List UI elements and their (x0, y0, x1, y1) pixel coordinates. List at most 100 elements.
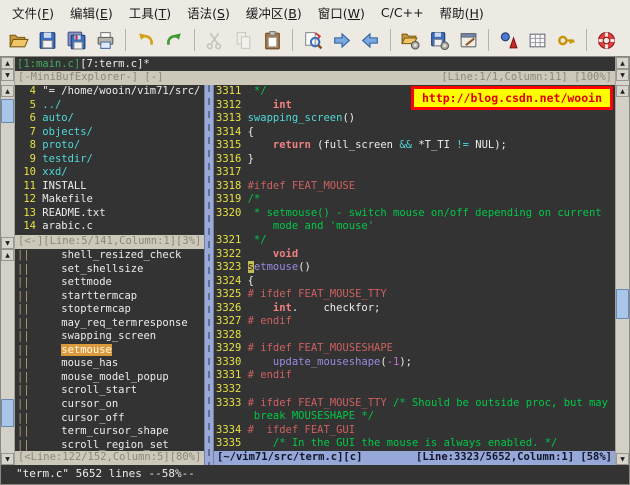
taglist-item[interactable]: || set_shellsize (17, 263, 204, 277)
toolbar-find-prev-button[interactable] (357, 27, 384, 53)
toolbar-print-button[interactable] (92, 27, 119, 53)
code-line[interactable]: 3329 # ifdef FEAT_MOUSESHAPE (216, 342, 615, 356)
code-line[interactable]: 3334 # ifdef FEAT_GUI (216, 424, 615, 438)
explorer-line[interactable]: 10 xxd/ (17, 166, 204, 180)
toolbar-session-save-button[interactable] (426, 27, 453, 53)
explorer-line[interactable]: 5 ../ (17, 99, 204, 113)
taglist-item[interactable]: || settmode (17, 276, 204, 290)
toolbar-help-button[interactable] (593, 27, 620, 53)
scrollbar-up-arrow[interactable]: ▲ (616, 85, 629, 97)
scrollbar-down-arrow[interactable]: ▼ (616, 69, 629, 81)
taglist-item[interactable]: || mouse_has (17, 357, 204, 371)
scrollbar-thumb[interactable] (616, 289, 629, 319)
explorer-line[interactable]: 12 Makefile (17, 193, 204, 207)
code-line[interactable]: 3326 int. checkfor; (216, 302, 615, 316)
taglist-scrollbar[interactable]: ▲ ▼ (1, 249, 14, 465)
menu-item-file[interactable]: 文件(F) (4, 0, 62, 25)
scrollbar-up-arrow[interactable]: ▲ (1, 85, 14, 97)
code-line[interactable]: 3315 return (full_screen && *T_TI != NUL… (216, 139, 615, 153)
taglist-window[interactable]: || shell_resized_check|| set_shellsize||… (15, 249, 204, 451)
taglist-item[interactable]: || stoptermcap (17, 303, 204, 317)
minibuf-scrollbar[interactable]: ▲ ▼ (616, 57, 629, 85)
taglist-item[interactable]: || swapping_screen (17, 330, 204, 344)
main-scrollbar[interactable]: ▲ ▼ (616, 85, 629, 465)
code-line[interactable]: 3328 (216, 329, 615, 343)
menu-item-syntax[interactable]: 语法(S) (179, 0, 238, 25)
code-line[interactable]: 3320 * setmouse() - switch mouse on/off … (216, 207, 615, 221)
toolbar-make-button[interactable] (495, 27, 522, 53)
code-line[interactable]: 3313 swapping_screen() (216, 112, 615, 126)
code-line[interactable]: 3318 #ifdef FEAT_MOUSE (216, 180, 615, 194)
code-line[interactable]: 3322 void (216, 248, 615, 262)
taglist-item[interactable]: || scroll_region_set (17, 439, 204, 451)
menu-item-buffers[interactable]: 缓冲区(B) (238, 0, 310, 25)
taglist-item[interactable]: || scroll_start (17, 384, 204, 398)
explorer-line[interactable]: 6 auto/ (17, 112, 204, 126)
code-buffer[interactable]: 3311 */3312 int3313 swapping_screen()331… (214, 85, 615, 451)
scrollbar-track[interactable] (1, 261, 14, 453)
toolbar-save-all-button[interactable] (63, 27, 90, 53)
code-window[interactable]: http://blog.csdn.net/wooin 3311 */3312 i… (214, 85, 615, 465)
code-line[interactable]: 3319 /* (216, 193, 615, 207)
toolbar-build-tags-button[interactable] (524, 27, 551, 53)
scrollbar-thumb[interactable] (1, 99, 14, 123)
toolbar-cut-button[interactable] (201, 27, 228, 53)
scrollbar-thumb[interactable] (1, 399, 14, 427)
menu-item-tools[interactable]: 工具(T) (121, 0, 179, 25)
toolbar-copy-button[interactable] (230, 27, 257, 53)
code-line[interactable]: 3317 (216, 166, 615, 180)
toolbar-session-new-button[interactable] (455, 27, 482, 53)
code-line[interactable]: 3335 /* In the GUI the mouse is always e… (216, 437, 615, 451)
code-line[interactable]: 3333 # ifdef FEAT_MOUSE_TTY /* Should be… (216, 397, 615, 411)
taglist-item[interactable]: || shell_resized_check (17, 249, 204, 263)
minibuf-explorer-line[interactable]: [1:main.c][7:term.c]* (15, 57, 615, 71)
toolbar-undo-button[interactable] (132, 27, 159, 53)
scrollbar-up-arrow[interactable]: ▲ (1, 249, 14, 261)
toolbar-redo-button[interactable] (161, 27, 188, 53)
code-line[interactable]: 3330 update_mouseshape(-1); (216, 356, 615, 370)
toolbar-save-button[interactable] (34, 27, 61, 53)
code-line[interactable]: 3327 # endif (216, 315, 615, 329)
taglist-item[interactable]: || term_cursor_shape (17, 425, 204, 439)
scrollbar-down-arrow[interactable]: ▼ (1, 453, 14, 465)
scrollbar-track[interactable] (616, 97, 629, 453)
code-line[interactable]: 3316 } (216, 153, 615, 167)
scrollbar-track[interactable] (1, 97, 14, 237)
toolbar-session-load-button[interactable] (397, 27, 424, 53)
menu-item-window[interactable]: 窗口(W) (310, 0, 373, 25)
code-line[interactable]: 3321 */ (216, 234, 615, 248)
code-line[interactable]: 3325 # ifdef FEAT_MOUSE_TTY (216, 288, 615, 302)
menu-item-cpp[interactable]: C/C++ (373, 2, 432, 23)
explorer-line[interactable]: 7 objects/ (17, 126, 204, 140)
explorer-line[interactable]: 13 README.txt (17, 207, 204, 221)
code-line[interactable]: 3324 { (216, 275, 615, 289)
explorer-line[interactable]: 8 proto/ (17, 139, 204, 153)
taglist-item[interactable]: || setmouse (17, 344, 204, 358)
code-line[interactable]: 3323 setmouse() (216, 261, 615, 275)
scrollbar-up-arrow[interactable]: ▲ (616, 57, 629, 69)
code-line[interactable]: 3331 # endif (216, 369, 615, 383)
vertical-split-divider[interactable] (204, 85, 214, 465)
code-line[interactable]: break MOUSESHAPE */ (216, 410, 615, 424)
scrollbar-down-arrow[interactable]: ▼ (1, 237, 14, 249)
explorer-line[interactable]: 14 arabic.c (17, 220, 204, 234)
code-line[interactable]: mode and 'mouse' (216, 220, 615, 234)
menu-item-help[interactable]: 帮助(H) (432, 0, 492, 25)
taglist-item[interactable]: || may_req_termresponse (17, 317, 204, 331)
scrollbar-up-arrow[interactable]: ▲ (1, 57, 14, 69)
explorer-line[interactable]: 9 testdir/ (17, 153, 204, 167)
toolbar-jump-to-tag-button[interactable] (553, 27, 580, 53)
toolbar-find-replace-button[interactable] (299, 27, 326, 53)
explorer-scrollbar[interactable]: ▲ ▼ (1, 85, 14, 249)
scrollbar-down-arrow[interactable]: ▼ (616, 453, 629, 465)
menu-item-edit[interactable]: 编辑(E) (62, 0, 121, 25)
taglist-item[interactable]: || cursor_on (17, 398, 204, 412)
scrollbar-down-arrow[interactable]: ▼ (1, 69, 14, 81)
toolbar-open-folder-button[interactable] (5, 27, 32, 53)
file-explorer-window[interactable]: 4 "= /home/wooin/vim71/src/ 5 ../ 6 auto… (15, 85, 204, 235)
taglist-item[interactable]: || starttermcap (17, 290, 204, 304)
explorer-line[interactable]: 11 INSTALL (17, 180, 204, 194)
explorer-line[interactable]: 4 "= /home/wooin/vim71/src/ (17, 85, 204, 99)
taglist-item[interactable]: || mouse_model_popup (17, 371, 204, 385)
code-line[interactable]: 3332 (216, 383, 615, 397)
